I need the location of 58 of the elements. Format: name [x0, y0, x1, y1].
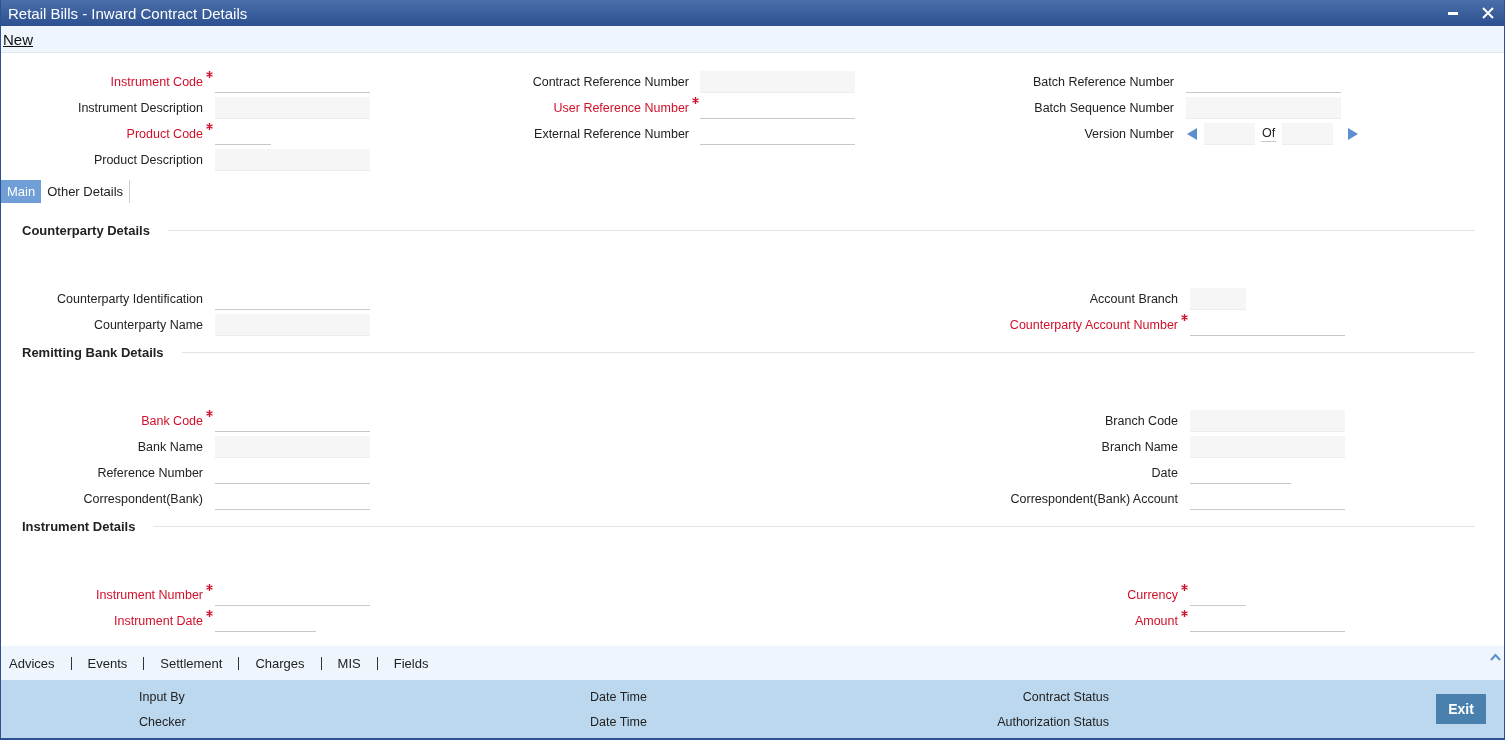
- asterisk-icon: [1181, 584, 1188, 591]
- collapse-icon[interactable]: [1490, 653, 1501, 661]
- field-label: Product Description: [92, 153, 203, 167]
- field-label: Counterparty Account Number: [1008, 318, 1178, 332]
- field-label: Counterparty Identification: [56, 292, 203, 306]
- field-label: External Reference Number: [533, 127, 689, 141]
- footer-link[interactable]: Settlement: [160, 655, 223, 671]
- footer-link[interactable]: Advices: [9, 655, 55, 671]
- field-label: Branch Code: [1104, 414, 1178, 428]
- audit-label: Contract Status: [1021, 689, 1109, 704]
- next-icon[interactable]: [1347, 127, 1360, 141]
- field-label: Batch Reference Number: [1031, 75, 1174, 89]
- field-label: Correspondent(Bank) Account: [1009, 492, 1178, 506]
- field-label: Correspondent(Bank): [82, 492, 203, 506]
- field-label: Currency: [1126, 588, 1178, 602]
- field-label: Contract Reference Number: [531, 75, 689, 89]
- field-label: Instrument Description: [76, 101, 203, 115]
- field-label: Bank Code: [140, 414, 203, 428]
- field-label: Account Branch: [1088, 292, 1178, 306]
- field-label: Instrument Code: [109, 75, 203, 89]
- audit-label: Date Time: [590, 689, 648, 704]
- audit-label: Input By: [139, 689, 186, 704]
- footer-link[interactable]: Charges: [255, 655, 305, 671]
- field-label: Date: [1150, 466, 1178, 480]
- asterisk-icon: [1181, 314, 1188, 321]
- audit-label: Checker: [139, 714, 187, 729]
- field-label: Instrument Number: [95, 588, 203, 602]
- field-label: User Reference Number: [552, 101, 689, 115]
- field-label: Product Code: [125, 127, 203, 141]
- footer-link[interactable]: MIS: [337, 655, 361, 671]
- field-label: Counterparty Name: [92, 318, 203, 332]
- asterisk-icon: [206, 123, 213, 130]
- field-label: Amount: [1133, 614, 1178, 628]
- field-label: Batch Sequence Number: [1033, 101, 1174, 115]
- field-label: Version Number: [1083, 127, 1174, 141]
- asterisk-icon: [692, 97, 699, 104]
- field-label: Instrument Date: [113, 614, 203, 628]
- audit-label: Date Time: [590, 714, 648, 729]
- field-label: Bank Name: [136, 440, 203, 454]
- exit-button[interactable]: Exit: [1436, 694, 1486, 724]
- close-icon[interactable]: [1482, 7, 1494, 19]
- new-link[interactable]: New: [3, 30, 33, 48]
- section-heading: Remitting Bank Details: [22, 344, 164, 360]
- field-label: Reference Number: [96, 466, 203, 480]
- audit-label: Authorization Status: [996, 714, 1109, 729]
- asterisk-icon: [1181, 610, 1188, 617]
- section-heading: Counterparty Details: [22, 222, 150, 238]
- footer-link[interactable]: Events: [87, 655, 128, 671]
- field-label: Branch Name: [1100, 440, 1178, 454]
- asterisk-icon: [206, 71, 213, 78]
- asterisk-icon: [206, 584, 213, 591]
- asterisk-icon: [206, 410, 213, 417]
- of-label: Of: [1261, 126, 1277, 142]
- window-title: Retail Bills - Inward Contract Details: [8, 4, 249, 22]
- section-heading: Instrument Details: [22, 518, 136, 534]
- previous-icon[interactable]: [1186, 127, 1198, 141]
- asterisk-icon: [206, 610, 213, 617]
- footer-link[interactable]: Fields: [393, 655, 429, 671]
